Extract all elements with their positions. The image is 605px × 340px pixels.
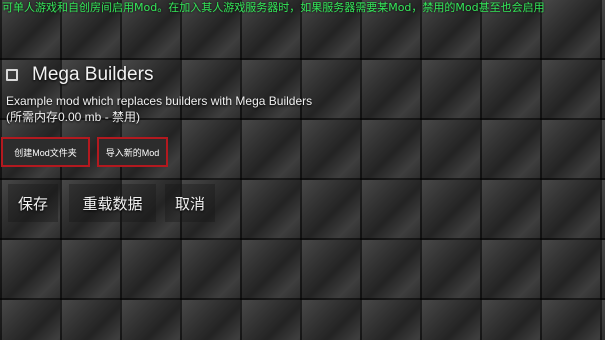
- metal-background: [0, 0, 605, 340]
- mod-description: Example mod which replaces builders with…: [6, 94, 313, 108]
- mod-memory-status: (所需内存0.00 mb - 禁用): [6, 110, 141, 124]
- mod-title: Mega Builders: [32, 64, 154, 85]
- mod-enable-checkbox[interactable]: [6, 69, 18, 81]
- reload-data-button[interactable]: 重载数据: [69, 184, 156, 222]
- mod-notice-text: 可单人游戏和自创房间启用Mod。在加入其人游戏服务器时，如果服务器需要某Mod，…: [2, 1, 545, 14]
- create-mod-folder-button[interactable]: 创建Mod文件夹: [1, 137, 90, 167]
- cancel-button[interactable]: 取消: [165, 184, 215, 222]
- mod-item[interactable]: Mega Builders: [6, 64, 153, 86]
- save-button[interactable]: 保存: [8, 184, 58, 222]
- import-mod-button[interactable]: 导入新的Mod: [97, 137, 168, 167]
- mod-description-block: Example mod which replaces builders with…: [6, 93, 312, 125]
